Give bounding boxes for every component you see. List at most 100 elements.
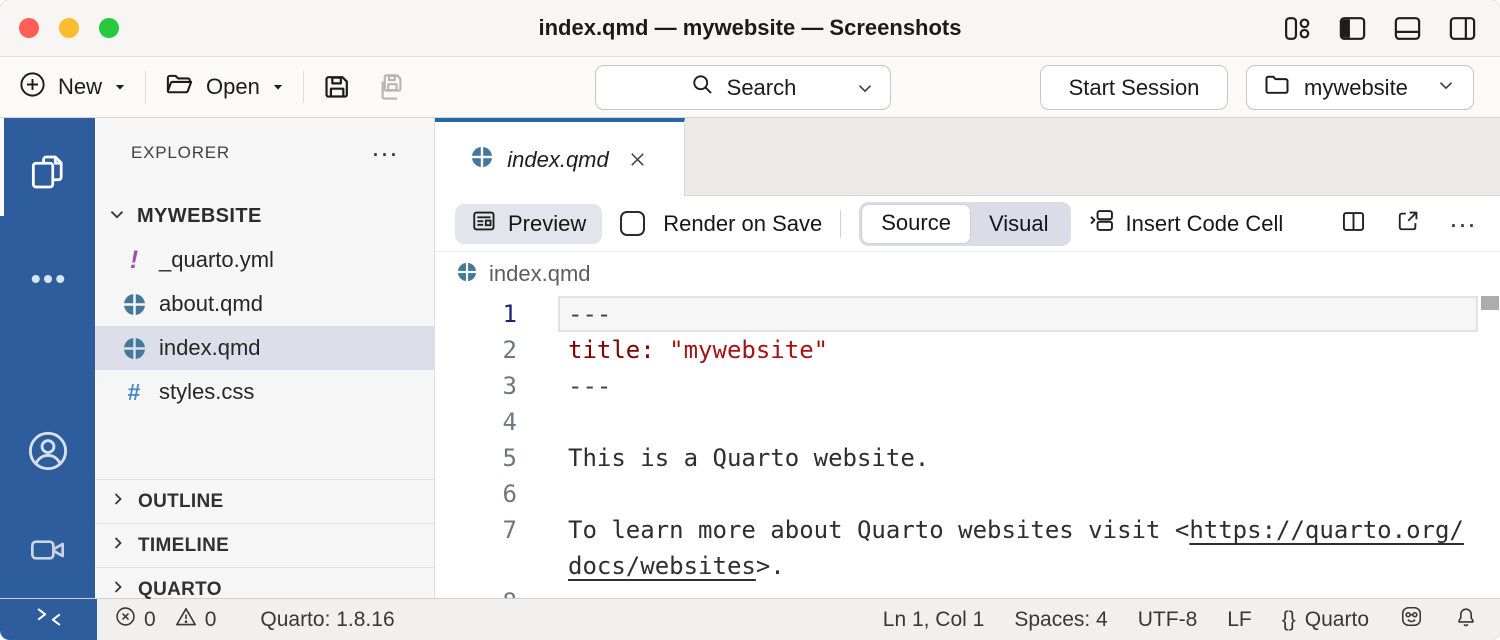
search-input[interactable]: Search — [595, 65, 891, 110]
open-button[interactable]: Open — [164, 69, 285, 106]
file-row-styles-css[interactable]: # styles.css — [95, 370, 434, 414]
feedback-icon[interactable] — [1399, 604, 1424, 635]
workspace-root-folder[interactable]: MYWEBSITE — [95, 194, 434, 238]
breadcrumb-file-label: index.qmd — [489, 261, 591, 287]
save-all-button[interactable] — [375, 71, 408, 104]
code-line: 3 --- — [435, 368, 1500, 404]
explorer-title: EXPLORER — [131, 143, 230, 163]
cursor-position-button[interactable]: Ln 1, Col 1 — [883, 608, 985, 632]
save-button[interactable] — [322, 72, 353, 103]
search-icon — [690, 72, 715, 103]
file-name: about.qmd — [159, 291, 263, 317]
chevron-right-icon — [108, 533, 128, 558]
code-token: "mywebsite" — [669, 336, 828, 364]
render-on-save-checkbox[interactable] — [620, 211, 645, 236]
error-count: 0 — [144, 608, 156, 632]
breadcrumb[interactable]: index.qmd — [435, 252, 1500, 296]
sidebar-section-outline[interactable]: OUTLINE — [95, 479, 434, 523]
encoding-button[interactable]: UTF-8 — [1138, 608, 1198, 632]
customize-layout-icon[interactable] — [1282, 13, 1313, 44]
new-button-label: New — [58, 74, 102, 100]
line-number: 3 — [435, 372, 517, 400]
screen-recorder-button[interactable] — [0, 530, 95, 575]
sidebar-section-timeline[interactable]: TIMELINE — [95, 523, 434, 567]
file-name: _quarto.yml — [159, 247, 274, 273]
quarto-version-button[interactable]: Quarto: 1.8.16 — [260, 608, 394, 632]
sidebar-section-quarto[interactable]: QUARTO — [95, 567, 434, 611]
insert-code-cell-button[interactable]: Insert Code Cell — [1089, 207, 1284, 240]
preview-icon — [471, 208, 497, 240]
code-line: 2 title: "mywebsite" — [435, 332, 1500, 368]
split-editor-icon[interactable] — [1340, 208, 1367, 240]
more-views-button[interactable] — [0, 258, 95, 305]
insert-code-cell-label: Insert Code Cell — [1126, 211, 1284, 237]
explorer-view-button[interactable] — [0, 150, 95, 199]
line-number: 5 — [435, 444, 517, 472]
code-editor[interactable]: 1 --- 2 title: "mywebsite" 3 --- 4 5 — [435, 296, 1500, 598]
quarto-icon — [471, 146, 493, 173]
toggle-left-sidebar-icon[interactable] — [1337, 13, 1368, 44]
braces-icon: {} — [1282, 608, 1296, 632]
new-button[interactable]: New — [18, 70, 127, 105]
tab-bar: index.qmd — [435, 118, 1500, 196]
visual-mode-button[interactable]: Visual — [970, 205, 1068, 243]
indentation-button[interactable]: Spaces: 4 — [1014, 608, 1107, 632]
toggle-bottom-panel-icon[interactable] — [1392, 13, 1423, 44]
file-row-about-qmd[interactable]: about.qmd — [95, 282, 434, 326]
section-label: QUARTO — [138, 579, 222, 601]
code-line: 6 — [435, 476, 1500, 512]
open-in-new-window-icon[interactable] — [1395, 208, 1421, 239]
line-number: 1 — [435, 300, 517, 328]
quarto-icon — [457, 262, 477, 287]
tab-label: index.qmd — [507, 147, 609, 173]
code-token: This is a Quarto website. — [568, 444, 929, 472]
account-icon — [25, 428, 71, 479]
code-token: --- — [568, 300, 611, 328]
file-row-index-qmd[interactable]: index.qmd — [95, 326, 434, 370]
zoom-window-button[interactable] — [99, 18, 119, 38]
notifications-bell-icon[interactable] — [1454, 605, 1478, 635]
files-icon — [26, 150, 70, 199]
file-row-quarto-yml[interactable]: ! _quarto.yml — [95, 238, 434, 282]
workspace-switcher-button[interactable]: mywebsite — [1246, 65, 1474, 110]
more-actions-button[interactable]: ··· — [1449, 219, 1476, 229]
minimize-window-button[interactable] — [59, 18, 79, 38]
yaml-icon: ! — [121, 246, 147, 275]
source-mode-button[interactable]: Source — [862, 205, 970, 243]
remote-indicator-button[interactable] — [0, 599, 97, 640]
chevron-down-icon — [106, 203, 128, 230]
top-toolbar: New Open — [0, 57, 1500, 118]
remote-icon — [36, 604, 62, 636]
quarto-icon — [121, 293, 147, 316]
preview-button[interactable]: Preview — [455, 204, 602, 244]
close-window-button[interactable] — [19, 18, 39, 38]
render-on-save-label: Render on Save — [663, 211, 822, 237]
code-line: 1 --- — [435, 296, 1500, 332]
workspace-label: mywebsite — [1304, 75, 1408, 101]
code-line: 8 — [435, 584, 1500, 598]
link-token[interactable]: docs/websites — [568, 552, 756, 580]
toolbar-separator — [145, 71, 146, 103]
editor-scrollbar[interactable] — [1481, 296, 1499, 310]
toolbar-separator — [840, 210, 841, 238]
toggle-right-sidebar-icon[interactable] — [1447, 13, 1478, 44]
close-tab-icon[interactable] — [627, 149, 648, 170]
explorer-more-actions-button[interactable]: ··· — [371, 148, 398, 158]
preview-label: Preview — [508, 211, 586, 237]
folder-icon — [1263, 71, 1291, 105]
editor-toolbar: Preview Render on Save Source Visual — [435, 196, 1500, 252]
account-button[interactable] — [0, 428, 95, 479]
line-number: 4 — [435, 408, 517, 436]
link-token[interactable]: https://quarto.org/ — [1189, 516, 1464, 544]
window-title: index.qmd — mywebsite — Screenshots — [538, 15, 961, 41]
quarto-icon — [121, 337, 147, 360]
titlebar: index.qmd — mywebsite — Screenshots — [0, 0, 1500, 57]
file-name: styles.css — [159, 379, 254, 405]
code-line: 7 To learn more about Quarto websites vi… — [435, 512, 1500, 548]
chevron-down-icon[interactable] — [854, 77, 876, 105]
start-session-button[interactable]: Start Session — [1040, 65, 1228, 110]
eol-button[interactable]: LF — [1227, 608, 1252, 632]
search-label: Search — [727, 75, 797, 101]
tab-index-qmd[interactable]: index.qmd — [435, 118, 685, 197]
language-mode-button[interactable]: {} Quarto — [1282, 608, 1369, 632]
